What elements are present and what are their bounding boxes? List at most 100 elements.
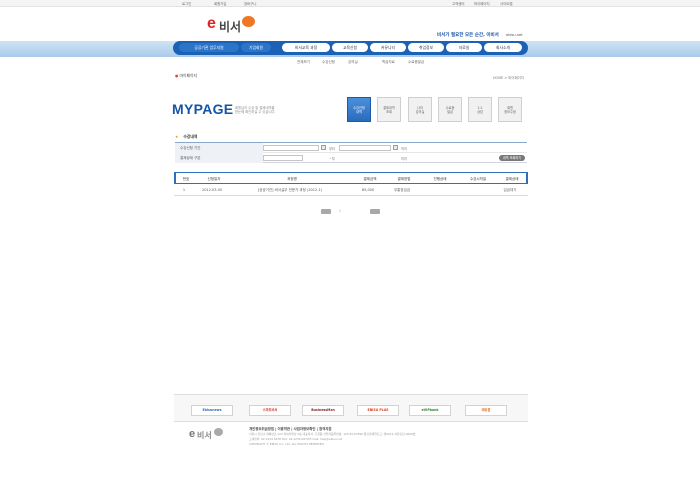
nav-item-public-support[interactable]: 공공기관 업무지원 [179, 43, 239, 52]
cell-course-name[interactable]: [공공기관] 비서실무 전문가 과정 (2012-1) [258, 188, 322, 193]
bullet-icon: ● [175, 73, 179, 78]
table-header: 번호 신청일자 과정명 결제금액 결제방법 진행상태 수강시작일 결제상태 [174, 172, 528, 184]
calendar-icon[interactable] [321, 145, 326, 150]
nav-item-library[interactable]: 자료실 [446, 43, 482, 52]
tile-label: 조회 [386, 110, 392, 114]
logo-name: 비서 [219, 20, 242, 34]
nav-item-community[interactable]: 커뮤니티 [370, 43, 406, 52]
page-description-line: 한눈에 확인하실 수 있습니다. [235, 110, 276, 115]
subnav-item[interactable]: 학습자료 [382, 60, 395, 65]
page-description: 회원님의 수강 및 결제내역을 한눈에 확인하실 수 있습니다. [235, 106, 315, 115]
cell-payment-status: 입금대기 [503, 187, 517, 192]
nav-item-course[interactable]: 비서교육 과정 [282, 43, 330, 52]
pagination: 1 [321, 209, 381, 215]
logo-letter-e: e [207, 15, 216, 32]
site-logo[interactable]: e 비서 [207, 15, 257, 35]
footer-copyright: COPYRIGHT © EBISU Co., Ltd. ALL RIGHTS R… [249, 442, 325, 446]
nav-item-about[interactable]: 회사소개 [484, 43, 522, 52]
cell-method: 무통장입금 [393, 187, 411, 192]
footer-logo-letter: e [189, 428, 196, 440]
tile-label: 강의실 [415, 110, 425, 114]
column-header: 번호 [182, 176, 190, 181]
top-link-login[interactable]: 로그인 [182, 1, 191, 6]
prev-page-button[interactable] [321, 209, 331, 214]
partner-logo[interactable]: EBISU PLUS [357, 405, 399, 416]
top-link-mypage[interactable]: 마이페이지 [474, 1, 490, 6]
footer-logo: e 비서 [189, 428, 229, 444]
filter-text-mid: ~부 [329, 157, 335, 161]
tile-consulting[interactable]: 1:1 상담 [468, 97, 492, 122]
subnav-item[interactable]: 전체보기 [297, 60, 310, 65]
header-slogan-sub: ebisu.net [506, 33, 523, 37]
page-breadcrumb-title: ● 마이페이지 [175, 73, 197, 79]
subnav-item[interactable]: 수강신청 [322, 60, 335, 65]
column-header: 결제금액 [363, 176, 377, 181]
partner-logo[interactable]: Ebisunews [191, 405, 233, 416]
tile-member-info[interactable]: 회원 정보수정 [498, 97, 522, 122]
calendar-icon[interactable] [393, 145, 398, 150]
filter-label: 수강신청 기간 [175, 143, 263, 153]
star-icon: ★ [175, 134, 179, 139]
tile-label: 상담 [477, 110, 483, 114]
tile-label: 내역 [356, 110, 362, 114]
page-number[interactable]: 1 [339, 209, 341, 213]
subnav-item[interactable]: 수료증발급 [408, 60, 424, 65]
footer-links[interactable]: 개인정보취급방침 | 이용약관 | 사업자정보확인 | 원격지원 [249, 426, 332, 431]
tile-label: 정보수정 [504, 110, 516, 114]
filter-row-period: 수강신청 기간 부터 까지 [175, 143, 527, 153]
partner-logo[interactable]: 스마트비서 [249, 405, 291, 416]
partner-banner-strip: Ebisunews 스마트비서 BusinessMan EBISU PLUS e… [174, 394, 528, 422]
breadcrumb-label: 마이페이지 [179, 73, 198, 78]
cell-number: 1 [182, 187, 186, 192]
table-row[interactable]: 1 2012.03.05 [공공기관] 비서실무 전문가 과정 (2012-1)… [174, 184, 528, 196]
column-header: 진행상태 [433, 176, 447, 181]
enrollment-table: 번호 신청일자 과정명 결제금액 결제방법 진행상태 수강시작일 결제상태 1 … [174, 172, 528, 196]
tile-payment-history[interactable]: 결제내역 조회 [377, 97, 401, 122]
section-title-label: 수강내역 [183, 134, 198, 139]
nav-item-corporate[interactable]: 기업회원 [241, 43, 271, 52]
breadcrumb-path[interactable]: HOME > 마이페이지 [493, 75, 524, 80]
top-link-cart[interactable]: 장바구니 [244, 1, 256, 6]
tile-certificate[interactable]: 수료증 발급 [438, 97, 462, 122]
filter-text-from: 부터 [329, 147, 336, 151]
filter-text-end: 까지 [401, 157, 408, 161]
column-header: 신청일자 [207, 176, 221, 181]
partner-logo[interactable]: BusinessMan [302, 405, 344, 416]
subnav-item[interactable]: 강의실 [348, 60, 358, 65]
page-title: MYPAGE [172, 101, 234, 117]
cell-amount: 85,000 [361, 187, 375, 192]
filter-text-to: 까지 [401, 147, 408, 151]
filter-row-status: 결제상태 구분 ~부 까지 내역 조회하기 [175, 153, 527, 163]
nav-item-jobs[interactable]: 취업정보 [408, 43, 444, 52]
partner-logo[interactable]: eVIPbank [409, 405, 451, 416]
end-date-input[interactable] [339, 145, 391, 151]
column-header: 결제상태 [505, 176, 519, 181]
nav-item-apply[interactable]: 교육신청 [332, 43, 368, 52]
header-slogan: 비서가 필요한 모든 순간, 이비서 [437, 33, 499, 38]
footer-contact: 고객센터: 02-1234-5678 FAX: 02-1234-5679 E-m… [249, 437, 342, 441]
column-header: 과정명 [287, 176, 297, 181]
top-link-signup[interactable]: 회원가입 [214, 1, 226, 6]
filter-label: 결제상태 구분 [175, 153, 263, 163]
cell-date: 2012.03.05 [201, 187, 223, 192]
start-date-input[interactable] [263, 145, 319, 151]
search-filter: 수강신청 기간 부터 까지 결제상태 구분 ~부 까지 내역 조회하기 [175, 142, 527, 163]
tile-my-classroom[interactable]: 나의 강의실 [408, 97, 432, 122]
status-select[interactable] [263, 155, 303, 161]
tile-label: 발급 [447, 110, 453, 114]
footer-address: 서울시 강남구 테헤란로 123 이비서빌딩 5층 대표이사: 홍길동 사업자등… [249, 432, 416, 436]
top-link-customer-center[interactable]: 고객센터 [452, 1, 464, 6]
column-header: 수강시작일 [469, 176, 487, 181]
search-button[interactable]: 내역 조회하기 [499, 154, 525, 161]
logo-badge-icon [242, 16, 255, 27]
main-nav: 공공기관 업무지원 기업회원 비서교육 과정 교육신청 커뮤니티 취업정보 자료… [173, 41, 528, 55]
footer-logo-badge-icon [214, 428, 223, 436]
next-page-button[interactable] [370, 209, 380, 214]
top-link-sitemap[interactable]: 사이트맵 [500, 1, 512, 6]
partner-logo[interactable]: 에듀팜 [465, 405, 507, 416]
footer-logo-name: 비서 [197, 431, 212, 440]
tile-enrollment-history[interactable]: 수강신청 내역 [347, 97, 371, 122]
column-header: 결제방법 [397, 176, 411, 181]
section-title: ★ 수강내역 [175, 134, 197, 140]
top-utility-bar: 로그인 회원가입 장바구니 고객센터 마이페이지 사이트맵 [0, 0, 700, 7]
